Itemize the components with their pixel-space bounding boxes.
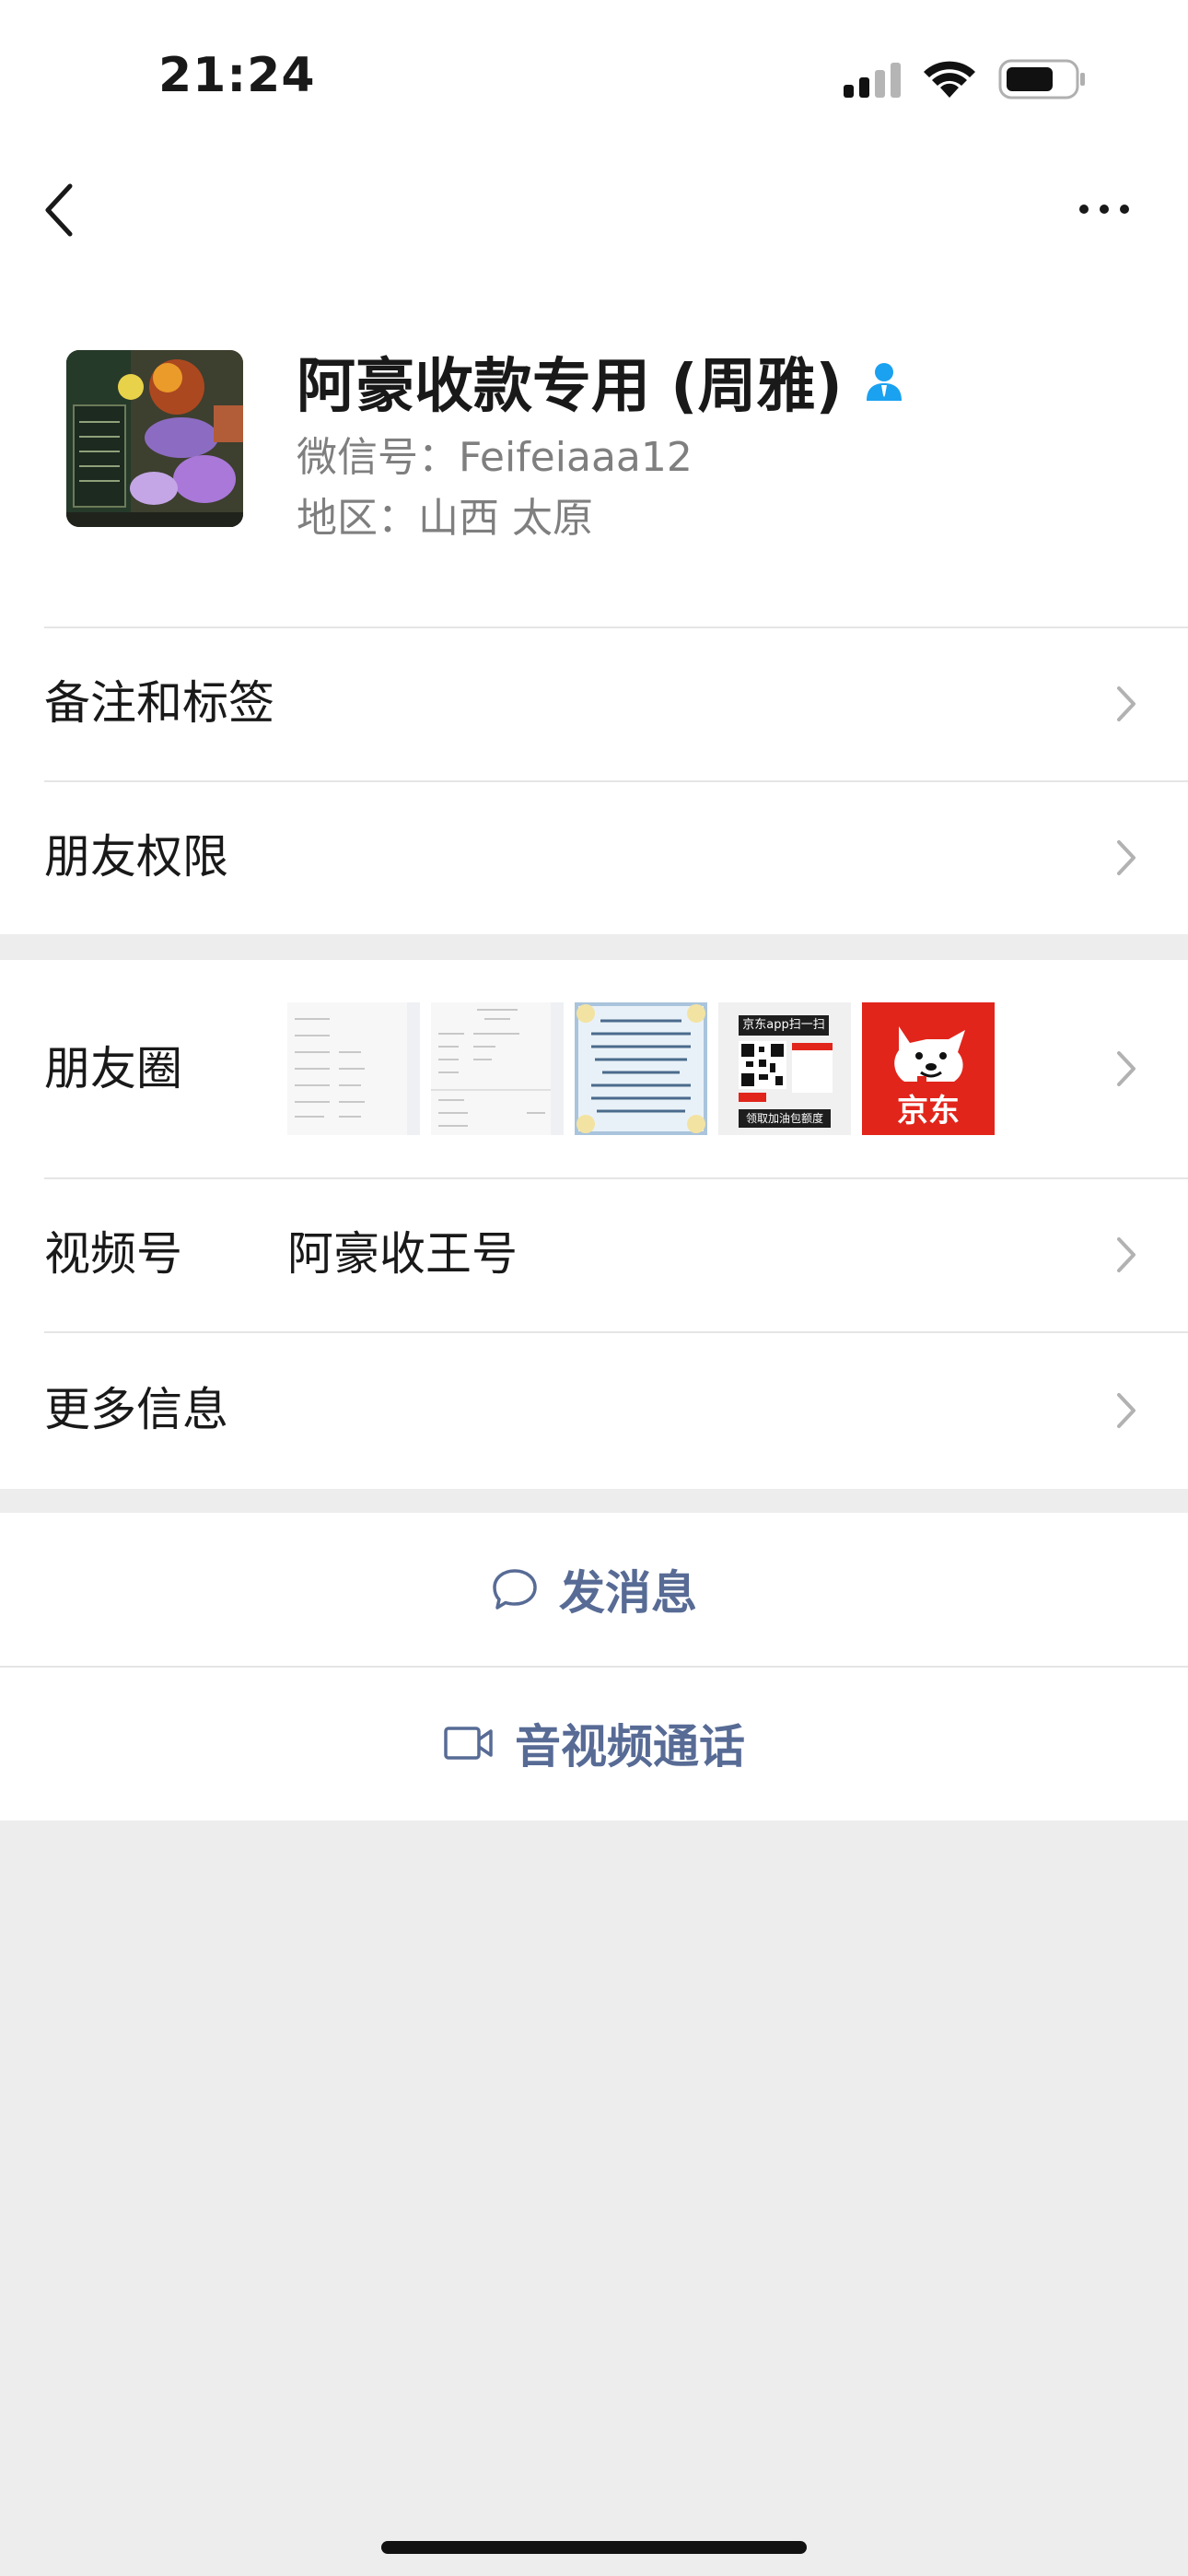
video-call-button[interactable]: 音视频通话	[0, 1666, 1188, 1821]
video-camera-icon	[444, 1727, 493, 1760]
channels-row[interactable]: 视频号 阿豪收王号	[0, 1177, 1188, 1331]
home-indicator[interactable]	[381, 2541, 807, 2554]
chevron-right-icon	[1117, 686, 1136, 721]
region: 地区：山西 太原	[297, 495, 593, 542]
avatar-game-image	[66, 350, 243, 527]
remarks-tags-row[interactable]: 备注和标签	[0, 626, 1188, 780]
chat-bubble-icon	[493, 1569, 537, 1610]
settings-section: 备注和标签 朋友权限	[0, 626, 1188, 934]
nav-bar	[0, 147, 1188, 267]
more-ellipsis-icon[interactable]	[1077, 193, 1131, 225]
notice-thumb-icon	[577, 1004, 705, 1133]
more-info-row[interactable]: 更多信息	[0, 1331, 1188, 1489]
jd-red-tag	[739, 1093, 766, 1102]
profile-header: 阿豪收款专用 (周雅) 微信号：Feifeiaaa12 地区：山西 太原	[0, 267, 1188, 626]
send-message-label: 发消息	[559, 1566, 697, 1620]
enterprise-contact-icon	[866, 363, 902, 401]
channels-value: 阿豪收王号	[287, 1227, 518, 1281]
more-info-label: 更多信息	[44, 1383, 228, 1436]
jd-logo-text: 京东	[897, 1093, 960, 1130]
channels-label: 视频号	[44, 1227, 182, 1281]
moments-thumb-2[interactable]	[431, 1002, 564, 1135]
remarks-tags-label: 备注和标签	[44, 676, 274, 730]
status-bar: 21:24	[0, 0, 1188, 147]
friend-permissions-label: 朋友权限	[44, 830, 228, 884]
chevron-right-icon	[1117, 1237, 1136, 1272]
contact-name: 阿豪收款专用 (周雅)	[297, 353, 843, 421]
moments-thumb-5-jd-logo[interactable]: 京东	[862, 1002, 995, 1135]
send-message-button[interactable]: 发消息	[0, 1513, 1188, 1666]
jd-card-preview	[792, 1043, 833, 1093]
name-row: 阿豪收款专用 (周雅)	[297, 339, 905, 424]
moments-thumb-1[interactable]	[287, 1002, 420, 1135]
moments-thumb-4-jd-qr[interactable]: 京东app扫一扫 领取加油包额度	[718, 1002, 851, 1135]
document-thumb-icon	[431, 1002, 564, 1135]
avatar[interactable]	[66, 350, 243, 527]
moments-thumb-3[interactable]	[575, 1002, 707, 1135]
chevron-right-icon	[1117, 1393, 1136, 1428]
status-time: 21:24	[158, 48, 316, 103]
wechat-id: 微信号：Feifeiaaa12	[297, 434, 693, 481]
back-chevron-icon[interactable]	[41, 182, 77, 238]
video-call-label: 音视频通话	[515, 1720, 745, 1774]
jd-scan-caption: 京东app扫一扫	[739, 1015, 829, 1036]
qr-code-icon	[739, 1041, 786, 1089]
wifi-icon	[924, 61, 975, 98]
actions-section: 发消息 音视频通话	[0, 1513, 1188, 1821]
info-section: 朋友圈 京东app扫一扫 领取加油包额度 京东 视频号 阿豪收王号 更多信息	[0, 960, 1188, 1489]
cellular-signal-icon	[844, 63, 901, 98]
battery-icon	[998, 59, 1085, 100]
jd-quota-button: 领取加油包额度	[739, 1109, 831, 1128]
chevron-right-icon	[1117, 840, 1136, 875]
friend-permissions-row[interactable]: 朋友权限	[0, 780, 1188, 934]
document-thumb-icon	[295, 1002, 420, 1135]
moments-row[interactable]: 朋友圈 京东app扫一扫 领取加油包额度 京东	[0, 960, 1188, 1177]
chevron-right-icon	[1117, 1051, 1136, 1086]
moments-thumbnails: 京东app扫一扫 领取加油包额度 京东	[287, 1002, 995, 1135]
moments-label: 朋友圈	[44, 1042, 182, 1095]
